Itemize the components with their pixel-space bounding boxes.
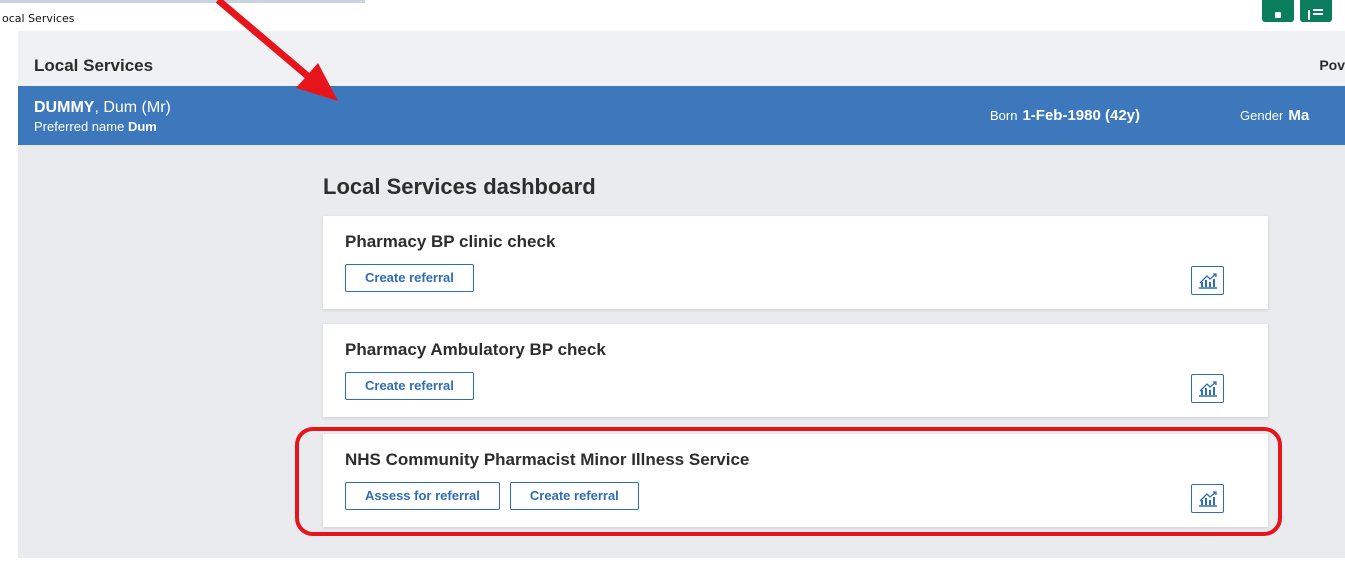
patient-name: DUMMY, Dum (Mr) [34,99,171,117]
stats-button[interactable] [1191,484,1224,513]
card-actions: Assess for referral Create referral [345,482,639,510]
assess-for-referral-button[interactable]: Assess for referral [345,482,500,510]
create-referral-button[interactable]: Create referral [345,264,474,292]
app-title: Local Services [34,56,154,75]
nhs-logo-icon [1262,0,1294,22]
tab-title: ocal Services [2,12,75,25]
preferred-name-label: Preferred name [34,119,125,134]
card-actions: Create referral [345,264,474,292]
browser-tab[interactable]: ocal Services [0,0,365,33]
chart-growth-icon [1198,272,1217,289]
preferred-name-value: Dum [127,119,157,134]
patient-banner: DUMMY, Dum (Mr) Preferred name Dum Born 1… [18,86,1345,145]
card-actions: Create referral [345,372,474,400]
stats-button[interactable] [1191,374,1224,403]
service-card-title: Pharmacy BP clinic check [345,232,556,251]
patient-preferred-name: Preferred name Dum [34,119,157,134]
gender-value: Ma [1288,107,1310,124]
born-label: Born [990,108,1018,123]
dashboard-content: Local Services dashboard Pharmacy BP cli… [18,145,1345,558]
service-card-title: NHS Community Pharmacist Minor Illness S… [345,450,750,469]
page-title: Local Services dashboard [323,174,596,199]
service-card-title: Pharmacy Ambulatory BP check [345,340,606,359]
stats-button[interactable] [1191,266,1224,295]
app-header: Local Services Pov [18,40,1345,86]
service-card-minor-illness: NHS Community Pharmacist Minor Illness S… [323,434,1268,527]
chart-growth-icon [1198,490,1217,507]
service-card-bp-clinic: Pharmacy BP clinic check Create referral [323,216,1268,309]
patient-surname: DUMMY [34,99,95,116]
app-header-link[interactable]: Pov [1319,57,1345,73]
create-referral-button[interactable]: Create referral [345,372,474,400]
nhs-logo-secondary-icon [1300,0,1332,22]
chart-growth-icon [1198,380,1217,397]
gender-label: Gender [1240,108,1284,123]
service-card-ambulatory-bp: Pharmacy Ambulatory BP check Create refe… [323,324,1268,417]
patient-name-rest: , Dum (Mr) [94,99,171,116]
brand-logo [1262,0,1338,24]
patient-gender: Gender Ma [1240,107,1309,124]
patient-born: Born 1-Feb-1980 (42y) [990,107,1140,124]
header-strip [18,31,1345,40]
create-referral-button[interactable]: Create referral [509,482,639,510]
born-value: 1-Feb-1980 (42y) [1022,107,1141,124]
